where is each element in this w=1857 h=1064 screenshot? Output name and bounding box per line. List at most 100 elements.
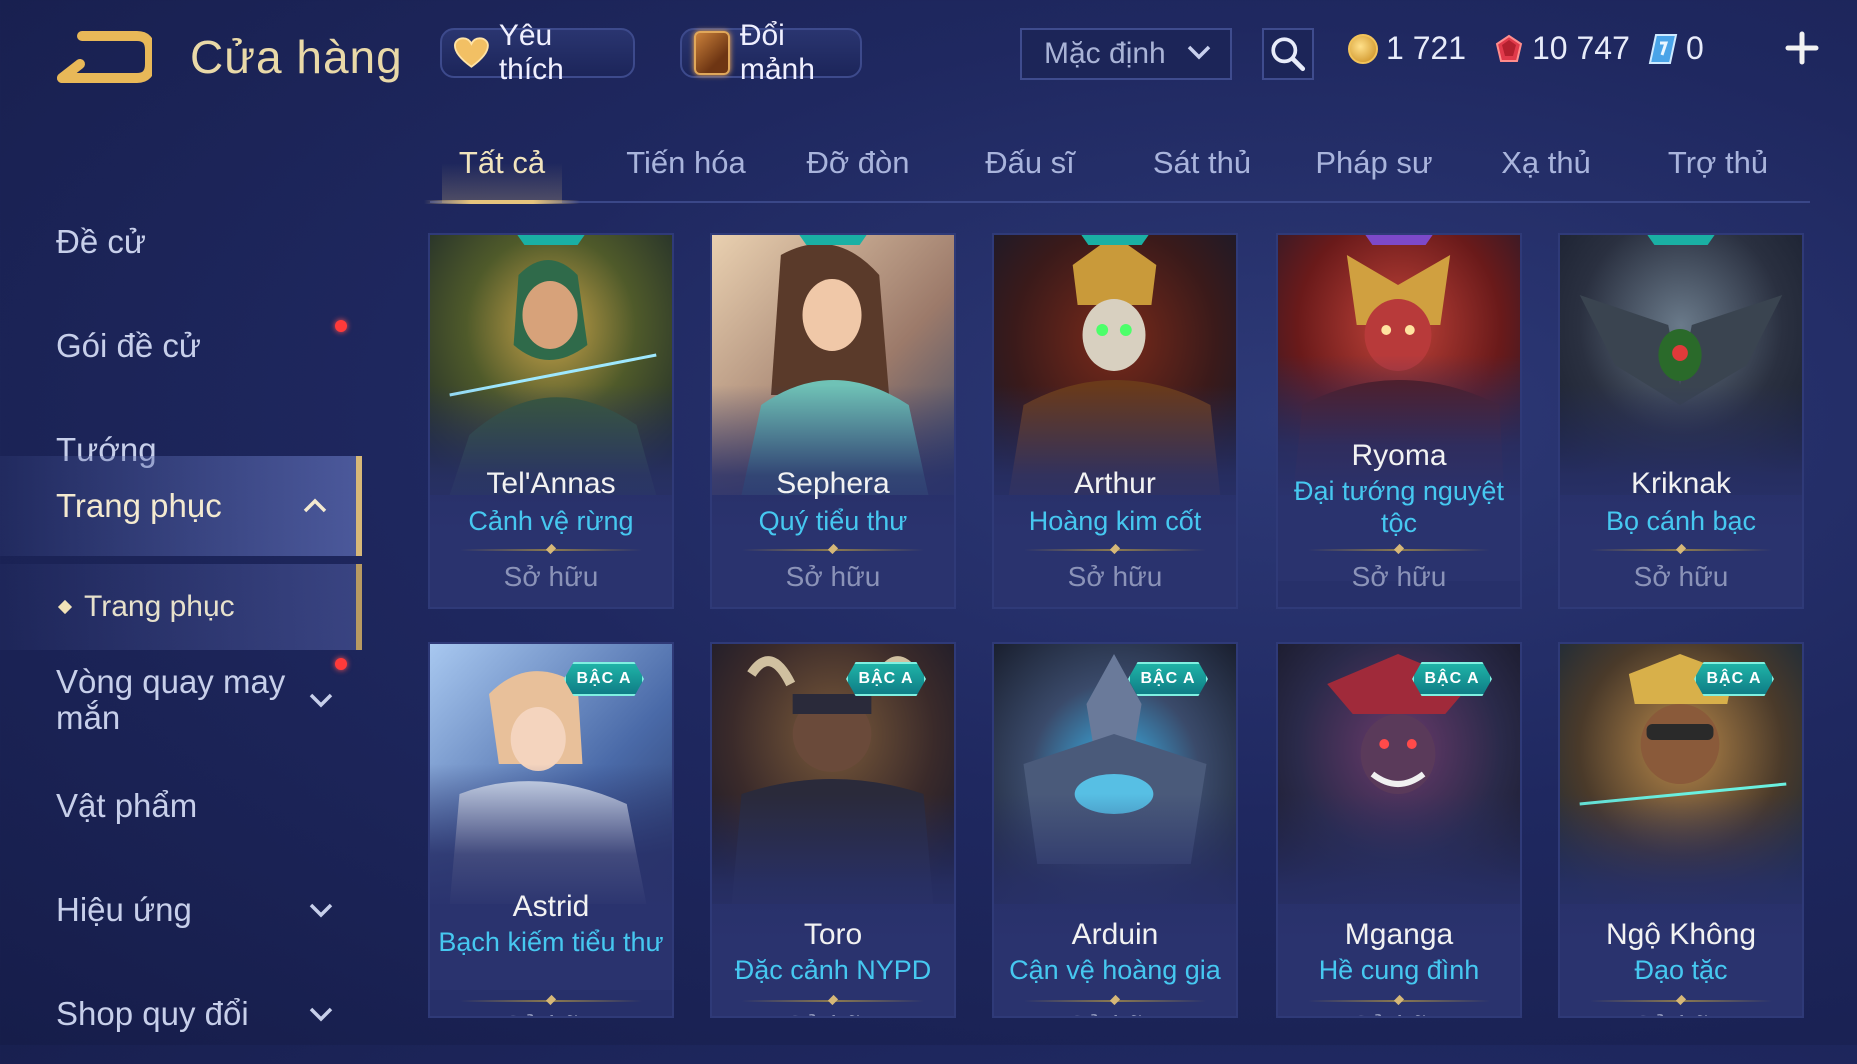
notification-dot xyxy=(335,658,347,670)
skin-card[interactable]: Kriknak Bọ cánh bạc Sở hữu xyxy=(1558,233,1804,609)
owned-status: Sở hữu xyxy=(1633,561,1729,592)
sort-selected-value: Mặc định xyxy=(1044,37,1166,70)
gold-coin-icon xyxy=(1348,33,1378,64)
favorite-button[interactable]: Yêu thích xyxy=(440,19,635,86)
tier-ribbon xyxy=(798,235,868,245)
sort-dropdown[interactable]: Mặc định xyxy=(1020,28,1232,80)
sidebar-subitem-label: Trang phục xyxy=(84,590,235,623)
top-bar: Cửa hàng Yêu thích Đổi mảnh Mặc định 1 7… xyxy=(0,0,1857,110)
skin-card[interactable]: Tel'Annas Cảnh vệ rừng Sở hữu xyxy=(428,233,674,609)
chevron-down-icon xyxy=(309,1007,333,1022)
hero-name: Ryoma xyxy=(1351,439,1447,472)
owned-status: Sở hữu xyxy=(1067,561,1163,592)
skin-name: Hề cung đình xyxy=(1318,955,1480,985)
skin-card[interactable]: Arthur Hoàng kim cốt Sở hữu xyxy=(992,233,1238,609)
hero-name: Kriknak xyxy=(1630,467,1732,500)
hero-name: Ngộ Không xyxy=(1605,918,1757,951)
owned-status: Sở hữu xyxy=(1560,1010,1802,1016)
sidebar-item-recommended[interactable]: Đề cử xyxy=(0,192,362,292)
chevron-up-icon xyxy=(303,498,327,513)
fragment-exchange-button[interactable]: Đổi mảnh xyxy=(680,19,862,86)
sidebar-item-label: Vòng quay may mắn xyxy=(56,663,286,736)
ruby-currency: 10 747 xyxy=(1494,30,1630,67)
tier-ribbon xyxy=(1364,235,1434,245)
tier-badge: BẬC A xyxy=(564,662,644,696)
skin-card[interactable]: BẬC A Ngộ Không Đạo tặc Sở hữu xyxy=(1558,642,1804,1018)
tab-mage[interactable]: Pháp sư xyxy=(1304,135,1444,201)
add-currency-icon[interactable] xyxy=(1782,28,1822,68)
owned-status: Sở hữu xyxy=(712,1010,954,1016)
back-icon[interactable] xyxy=(52,28,152,86)
owned-status: Sở hữu xyxy=(503,561,599,592)
tab-tank[interactable]: Đỡ đòn xyxy=(788,135,928,201)
hero-name: Arthur xyxy=(1074,467,1156,500)
sidebar-item-label: Đề cử xyxy=(56,223,146,260)
skin-name: Cận vệ hoàng gia xyxy=(1009,955,1221,985)
gold-amount: 1 721 xyxy=(1386,30,1467,66)
chevron-down-icon xyxy=(309,693,333,708)
skin-name: Bọ cánh bạc xyxy=(1605,506,1757,536)
chevron-down-icon xyxy=(309,903,333,918)
gold-currency: 1 721 xyxy=(1348,30,1466,67)
tier-badge: BẬC A xyxy=(846,662,926,696)
skin-name: Đạo tặc xyxy=(1634,955,1728,985)
skin-name: Đặc cảnh NYPD xyxy=(734,955,932,985)
sidebar-item-items[interactable]: Vật phẩm xyxy=(0,756,362,856)
tab-all[interactable]: Tất cả xyxy=(424,135,580,204)
skin-card[interactable]: BẬC A Toro Đặc cảnh NYPD Sở hữu xyxy=(710,642,956,1018)
hero-name: Sephera xyxy=(776,467,890,500)
tab-marksman[interactable]: Xạ thủ xyxy=(1476,135,1616,201)
skin-name: Bạch kiếm tiểu thư xyxy=(438,927,664,957)
search-icon xyxy=(1271,37,1306,72)
ruby-icon xyxy=(1495,34,1523,62)
hero-name: Tel'Annas xyxy=(486,467,616,500)
owned-status: Sở hữu xyxy=(785,561,881,592)
sidebar-item-lucky-spin[interactable]: Vòng quay may mắn xyxy=(0,650,362,750)
favorite-label: Yêu thích xyxy=(498,19,564,86)
skin-name: Hoàng kim cốt xyxy=(1028,506,1202,536)
treasure-chest-icon xyxy=(694,31,730,75)
notification-dot xyxy=(335,320,347,332)
skin-card[interactable]: BẬC A Arduin Cận vệ hoàng gia Sở hữu xyxy=(992,642,1238,1018)
tier-badge: BẬC A xyxy=(1128,662,1208,696)
skin-card[interactable]: BẬC A Astrid Bạch kiếm tiểu thư Sở hữu xyxy=(428,642,674,1018)
skin-name: Đại tướng nguyệt tộc xyxy=(1294,476,1504,538)
role-tabs: Tất cả Tiến hóa Đỡ đòn Đấu sĩ Sát thủ Ph… xyxy=(424,135,1810,204)
owned-status: Sở hữu xyxy=(994,1010,1236,1016)
sidebar-item-label: Hiệu ứng xyxy=(56,891,192,928)
sidebar-item-skins[interactable]: Trang phục xyxy=(0,456,362,556)
hero-name: Mganga xyxy=(1344,918,1454,951)
tier-ribbon xyxy=(1646,235,1716,245)
hero-name: Arduin xyxy=(1071,918,1159,951)
tab-fighter[interactable]: Đấu sĩ xyxy=(960,135,1100,201)
tier-ribbon xyxy=(516,235,586,245)
bullet-icon xyxy=(57,599,73,615)
sidebar-item-label: Shop quy đổi xyxy=(56,995,249,1032)
tier-badge: BẬC A xyxy=(1694,662,1774,696)
skin-name: Cảnh vệ rừng xyxy=(468,506,634,536)
sidebar-item-label: Trang phục xyxy=(56,487,222,524)
owned-status: Sở hữu xyxy=(430,1010,672,1016)
owned-status: Sở hữu xyxy=(1278,1010,1520,1016)
tab-evolution[interactable]: Tiến hóa xyxy=(616,135,756,201)
owned-status: Sở hữu xyxy=(1351,561,1447,592)
page-title: Cửa hàng xyxy=(190,31,403,83)
sidebar-item-effects[interactable]: Hiệu ứng xyxy=(0,860,362,960)
category-sidebar: Đề cử Gói đề cử Tướng Trang phục Trang p… xyxy=(0,150,365,1045)
skin-card[interactable]: Ryoma Đại tướng nguyệt tộc Sở hữu xyxy=(1276,233,1522,609)
sidebar-item-exchange-shop[interactable]: Shop quy đổi xyxy=(0,964,362,1064)
search-button[interactable] xyxy=(1262,28,1314,80)
tier-ribbon xyxy=(1080,235,1150,245)
tab-assassin[interactable]: Sát thủ xyxy=(1132,135,1272,201)
sidebar-item-label: Gói đề cử xyxy=(56,327,201,364)
voucher-currency: 0 xyxy=(1648,30,1704,67)
tab-support[interactable]: Trợ thủ xyxy=(1648,135,1788,201)
ruby-amount: 10 747 xyxy=(1532,30,1630,66)
chevron-down-icon xyxy=(1187,45,1211,60)
hero-name: Astrid xyxy=(512,890,590,923)
skin-card[interactable]: BẬC A Mganga Hề cung đình Sở hữu xyxy=(1276,642,1522,1018)
sidebar-item-recommended-packs[interactable]: Gói đề cử xyxy=(0,296,362,396)
fragment-exchange-label: Đổi mảnh xyxy=(739,19,815,86)
sidebar-subitem-skins[interactable]: Trang phục xyxy=(0,564,362,650)
skin-card[interactable]: Sephera Quý tiểu thư Sở hữu xyxy=(710,233,956,609)
